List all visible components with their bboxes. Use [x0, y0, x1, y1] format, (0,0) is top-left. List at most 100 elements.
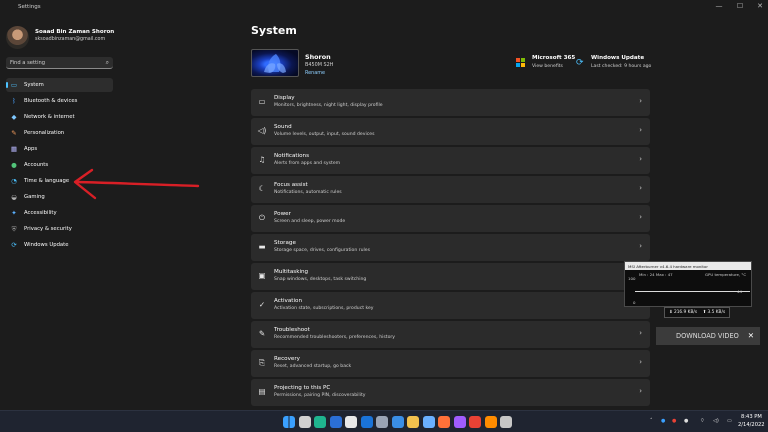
messenger-icon[interactable]	[453, 416, 466, 428]
settings-row-title: Activation	[274, 298, 303, 304]
sidebar-item-label: Apps	[24, 146, 38, 152]
afterburner-current-value: 44	[737, 289, 742, 294]
sidebar-item-windows-update[interactable]: ⟳ Windows Update	[6, 238, 113, 252]
clock-date[interactable]: 2/14/2022	[738, 422, 765, 428]
chevron-right-icon: ›	[639, 213, 642, 221]
chevron-right-icon: ›	[639, 126, 642, 134]
download-video-bar[interactable]: DOWNLOAD VIDEO ✕	[656, 327, 760, 345]
download-speed: ⬇ 216.9 KB/s	[669, 310, 698, 315]
windows-update-subtitle[interactable]: Last checked: 9 hours ago	[591, 64, 651, 69]
recovery-icon: ⎘	[259, 358, 265, 367]
clock-time[interactable]: 8:43 PM	[741, 414, 762, 420]
sidebar-item-label: Windows Update	[24, 242, 69, 248]
maximize-button[interactable]: ☐	[735, 2, 745, 10]
rename-link[interactable]: Rename	[305, 70, 325, 76]
avatar[interactable]	[6, 26, 29, 49]
settings-row-subtitle: Permissions, pairing PIN, discoverabilit…	[274, 393, 366, 398]
chevron-right-icon: ›	[639, 155, 642, 163]
title-bar: Settings — ☐ ✕	[0, 0, 768, 16]
settings-row-title: Storage	[274, 240, 296, 246]
chevron-up-icon[interactable]: ˄	[650, 418, 653, 424]
tray-app-icon[interactable]: ●	[672, 418, 676, 424]
settings-row-power[interactable]: ⏻ Power Screen and sleep, power mode ›	[251, 205, 650, 232]
microsoft-365-icon[interactable]	[516, 58, 525, 67]
windows-update-icon[interactable]: ⟳	[576, 58, 586, 68]
download-video-button[interactable]: DOWNLOAD VIDEO	[676, 332, 739, 340]
sidebar-item-label: Time & language	[24, 178, 70, 184]
close-icon[interactable]: ✕	[748, 331, 754, 340]
store-icon[interactable]	[391, 416, 404, 428]
sidebar-item-personalization[interactable]: ✎ Personalization	[6, 126, 113, 140]
afterburner-tick-bottom: 0	[633, 300, 636, 305]
afterburner-graph-line	[635, 291, 750, 292]
settings-row-recovery[interactable]: ⎘ Recovery Reset, advanced startup, go bac…	[251, 350, 650, 377]
settings-row-subtitle: Recommended troubleshooters, preferences…	[274, 335, 396, 340]
storage-icon: ▬	[258, 242, 266, 251]
sidebar-item-apps[interactable]: ▦ Apps	[6, 142, 113, 156]
search-taskbar-icon[interactable]	[298, 416, 311, 428]
volume-icon[interactable]: ◁)	[713, 418, 719, 424]
settings-row-projecting-to-this-pc[interactable]: ▤ Projecting to this PC Permissions, pairi…	[251, 379, 650, 406]
microsoft-365-subtitle[interactable]: View benefits	[532, 64, 563, 69]
outlook-icon[interactable]	[360, 416, 373, 428]
word-icon[interactable]	[329, 416, 342, 428]
microsoft-365-title[interactable]: Microsoft 365	[532, 55, 575, 61]
vlc-icon[interactable]	[484, 416, 497, 428]
settings-row-multitasking[interactable]: ▣ Multitasking Snap windows, desktops, tas…	[251, 263, 650, 290]
apps-icon: ▦	[10, 145, 18, 153]
sidebar-item-label: Accounts	[24, 162, 49, 168]
settings-row-activation[interactable]: ✓ Activation Activation state, subscriptio…	[251, 292, 650, 319]
sidebar-item-label: Network & internet	[24, 114, 75, 120]
settings-row-title: Projecting to this PC	[274, 385, 331, 391]
afterburner-monitor[interactable]: MSI Afterburner v4.6.4 hardware monitor …	[624, 261, 752, 307]
calendar-icon[interactable]	[345, 416, 357, 428]
bell-icon: ♫	[258, 155, 266, 164]
minimize-button[interactable]: —	[714, 2, 724, 10]
settings-row-troubleshoot[interactable]: ✎ Troubleshoot Recommended troubleshooters…	[251, 321, 650, 348]
chevron-right-icon: ›	[639, 358, 642, 366]
settings-row-storage[interactable]: ▬ Storage Storage space, drives, configura…	[251, 234, 650, 261]
speaker-icon: ◁)	[257, 126, 267, 135]
moon-icon: ☾	[258, 184, 266, 193]
chevron-right-icon: ›	[639, 329, 642, 337]
sidebar-item-bluetooth-devices[interactable]: ᛒ Bluetooth & devices	[6, 94, 113, 108]
settings-row-title: Sound	[274, 124, 292, 130]
photos-icon[interactable]	[422, 416, 435, 428]
start-icon[interactable]	[283, 416, 295, 428]
tray-app-icon[interactable]: ●	[661, 418, 665, 424]
settings-row-subtitle: Reset, advanced startup, go back	[274, 364, 352, 369]
wifi-icon[interactable]: ⌔	[700, 418, 705, 424]
sidebar-item-accessibility[interactable]: ✦ Accessibility	[6, 206, 113, 220]
system-icon: ▭	[10, 81, 18, 89]
settings-row-subtitle: Alerts from apps and system	[274, 161, 341, 166]
sidebar-item-label: System	[24, 82, 44, 88]
settings-row-notifications[interactable]: ♫ Notifications Alerts from apps and syste…	[251, 147, 650, 174]
firefox-icon[interactable]	[438, 416, 450, 428]
close-button[interactable]: ✕	[755, 2, 765, 10]
device-wallpaper-thumbnail	[251, 49, 299, 77]
settings-row-sound[interactable]: ◁) Sound Volume levels, output, input, sou…	[251, 118, 650, 145]
settings-icon[interactable]	[376, 416, 388, 428]
afterburner-tick-top: 100	[628, 276, 636, 281]
page-title: System	[251, 24, 297, 37]
edge-icon[interactable]	[314, 416, 326, 428]
search-icon: ⌕	[105, 59, 109, 66]
search-input[interactable]: Find a setting ⌕	[6, 57, 113, 69]
settings-row-focus-assist[interactable]: ☾ Focus assist Notifications, automatic ru…	[251, 176, 650, 203]
wifi-icon: ◆	[11, 113, 17, 121]
sidebar-item-system[interactable]: ▭ System	[6, 78, 113, 92]
upload-speed: ⬆ 3.5 KB/s	[702, 310, 726, 315]
file-explorer-icon[interactable]	[407, 416, 419, 428]
chevron-right-icon: ›	[639, 242, 642, 250]
sidebar-item-network-internet[interactable]: ◆ Network & internet	[6, 110, 113, 124]
settings-row-display[interactable]: ▭ Display Monitors, brightness, night ligh…	[251, 89, 650, 116]
windows-update-title[interactable]: Windows Update	[591, 55, 644, 61]
app-icon[interactable]	[500, 416, 512, 428]
afterburner-gpu-label: GPU temperature, °C	[705, 272, 747, 277]
tray-app-icon[interactable]: ●	[684, 418, 688, 424]
chrome-icon[interactable]	[469, 416, 481, 428]
settings-row-subtitle: Storage space, drives, configuration rul…	[274, 248, 370, 253]
battery-icon[interactable]: ▭	[727, 418, 732, 424]
sidebar: Soaad Bin Zaman Shoron sksoadbinzaman@gm…	[0, 16, 120, 410]
sidebar-item-privacy-security[interactable]: ⛨ Privacy & security	[6, 222, 113, 236]
